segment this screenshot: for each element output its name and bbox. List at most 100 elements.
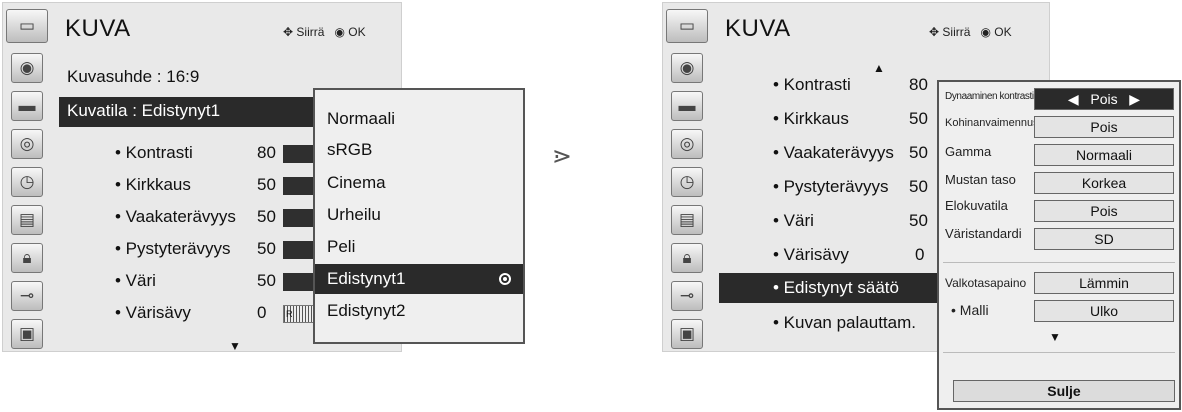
- selected-radio-icon: [499, 273, 511, 285]
- contrast-value: 80: [909, 75, 928, 94]
- tint-bar-label: R: [286, 309, 293, 319]
- color-label[interactable]: • Väri: [773, 211, 814, 231]
- usb-category-icon[interactable]: ▣: [671, 319, 703, 349]
- tint-bar[interactable]: R: [283, 305, 315, 323]
- h-sharpness-value: 50: [909, 143, 928, 162]
- submenu-divider: [943, 262, 1175, 263]
- color-value: 50: [909, 211, 928, 230]
- close-button[interactable]: Sulje: [953, 380, 1175, 402]
- settings-category-icon[interactable]: ▤: [11, 205, 43, 235]
- black-level-value[interactable]: Korkea: [1034, 172, 1174, 194]
- lock-category-icon[interactable]: 🔒︎: [671, 243, 703, 273]
- dropdown-option-cinema[interactable]: Cinema: [315, 168, 523, 198]
- audio-category-icon[interactable]: ◎: [671, 129, 703, 159]
- dropdown-option-edistynyt1[interactable]: Edistynyt1: [315, 264, 523, 294]
- contrast-bar[interactable]: [283, 145, 315, 163]
- v-sharpness-bar[interactable]: [283, 241, 315, 259]
- picture-reset-label[interactable]: • Kuvan palauttam.: [773, 313, 916, 333]
- white-balance-label: Valkotasapaino: [945, 276, 1027, 290]
- advanced-control-submenu[interactable]: Dynaaminen kontrasti ◀ Pois ▶ Kohinanvai…: [937, 80, 1181, 410]
- menu-title: KUVA: [65, 15, 131, 42]
- color-label[interactable]: • Väri: [115, 271, 156, 291]
- h-sharpness-label[interactable]: • Vaakaterävyys: [773, 143, 894, 163]
- settings-category-icon[interactable]: ▤: [671, 205, 703, 235]
- contrast-value: 80: [257, 143, 276, 162]
- v-sharpness-value: 50: [909, 177, 928, 196]
- picture-mode-row[interactable]: Kuvatila : Edistynyt1: [59, 97, 317, 127]
- gamma-label: Gamma: [945, 144, 992, 159]
- arrow-left-icon[interactable]: ◀: [1068, 91, 1079, 107]
- dropdown-option-urheilu[interactable]: Urheilu: [315, 200, 523, 230]
- v-sharpness-label[interactable]: • Pystyterävyys: [115, 239, 231, 259]
- clock-category-icon[interactable]: ◷: [671, 167, 703, 197]
- noise-reduction-value[interactable]: Pois: [1034, 116, 1174, 138]
- dropdown-option-edistynyt2[interactable]: Edistynyt2: [315, 296, 523, 326]
- ok-icon: ◉: [334, 25, 345, 39]
- nav-hint: ✥ Siirrä ◉ OK: [929, 25, 1012, 39]
- menu-title: KUVA: [725, 15, 791, 42]
- nav-ok-label: OK: [348, 25, 366, 39]
- nav-hint: ✥ Siirrä ◉ OK: [283, 25, 366, 39]
- brightness-label[interactable]: • Kirkkaus: [115, 175, 191, 195]
- h-sharpness-label[interactable]: • Vaakaterävyys: [115, 207, 236, 227]
- screen-category-icon[interactable]: ▬: [11, 91, 43, 121]
- scroll-down-icon[interactable]: ▼: [1049, 330, 1061, 344]
- lock-category-icon[interactable]: 🔒︎: [11, 243, 43, 273]
- white-balance-value[interactable]: Lämmin: [1034, 272, 1174, 294]
- tint-value: 0: [257, 303, 267, 322]
- noise-reduction-label: Kohinanvaimennus: [945, 117, 1039, 129]
- brightness-value: 50: [909, 109, 928, 128]
- color-value: 50: [257, 271, 276, 290]
- move-arrows-icon: ✥: [929, 25, 940, 39]
- scroll-down-icon[interactable]: ▼: [229, 339, 241, 353]
- picture-mode-label: Kuvatila : Edistynyt1: [67, 101, 221, 120]
- arrow-right-icon[interactable]: ▶: [1129, 91, 1140, 107]
- move-arrows-icon: ✥: [283, 25, 294, 39]
- dropdown-option-srgb[interactable]: sRGB: [315, 135, 523, 165]
- input-category-icon[interactable]: ⊸: [11, 281, 43, 311]
- brightness-label[interactable]: • Kirkkaus: [773, 109, 849, 129]
- color-standard-value[interactable]: SD: [1034, 228, 1174, 250]
- advanced-control-label: • Edistynyt säätö: [773, 278, 899, 297]
- tv-icon: ▭: [6, 9, 48, 43]
- menu-icon-column: ▭ ◉ ▬ ◎ ◷ ▤ 🔒︎ ⊸ ▣: [3, 3, 53, 351]
- dropdown-option-normaali[interactable]: Normaali: [315, 104, 523, 134]
- tint-value: 0: [915, 245, 925, 264]
- advanced-control-row[interactable]: • Edistynyt säätö: [719, 273, 939, 303]
- pattern-value[interactable]: Ulko: [1034, 300, 1174, 322]
- screen-category-icon[interactable]: ▬: [671, 91, 703, 121]
- transition-arrow-icon: ⋗: [552, 143, 573, 170]
- film-mode-value[interactable]: Pois: [1034, 200, 1174, 222]
- clock-category-icon[interactable]: ◷: [11, 167, 43, 197]
- tint-label[interactable]: • Värisävy: [773, 245, 849, 265]
- brightness-value: 50: [257, 175, 276, 194]
- gamma-value[interactable]: Normaali: [1034, 144, 1174, 166]
- pattern-label: • Malli: [951, 302, 989, 318]
- brightness-bar[interactable]: [283, 177, 315, 195]
- picture-mode-dropdown[interactable]: Normaali sRGB Cinema Urheilu Peli Edisty…: [313, 88, 525, 344]
- h-sharpness-bar[interactable]: [283, 209, 315, 227]
- menu-icon-column: ▭ ◉ ▬ ◎ ◷ ▤ 🔒︎ ⊸ ▣: [663, 3, 713, 351]
- dynamic-contrast-value: Pois: [1090, 91, 1118, 107]
- ok-icon: ◉: [980, 25, 991, 39]
- nav-move-label: Siirrä: [296, 25, 325, 39]
- v-sharpness-label[interactable]: • Pystyterävyys: [773, 177, 889, 197]
- h-sharpness-value: 50: [257, 207, 276, 226]
- color-bar[interactable]: [283, 273, 315, 291]
- usb-category-icon[interactable]: ▣: [11, 319, 43, 349]
- contrast-label[interactable]: • Kontrasti: [773, 75, 851, 95]
- tint-label[interactable]: • Värisävy: [115, 303, 191, 323]
- scroll-up-icon[interactable]: ▲: [873, 61, 885, 75]
- contrast-label[interactable]: • Kontrasti: [115, 143, 193, 163]
- picture-category-icon[interactable]: ◉: [671, 53, 703, 83]
- audio-category-icon[interactable]: ◎: [11, 129, 43, 159]
- picture-category-icon[interactable]: ◉: [11, 53, 43, 83]
- dynamic-contrast-label: Dynaaminen kontrasti: [945, 91, 1034, 102]
- dynamic-contrast-selector[interactable]: ◀ Pois ▶: [1034, 88, 1174, 110]
- aspect-ratio-row[interactable]: Kuvasuhde : 16:9: [67, 67, 199, 87]
- input-category-icon[interactable]: ⊸: [671, 281, 703, 311]
- film-mode-label: Elokuvatila: [945, 198, 1008, 213]
- nav-move-label: Siirrä: [942, 25, 971, 39]
- submenu-divider: [943, 352, 1175, 353]
- dropdown-option-peli[interactable]: Peli: [315, 232, 523, 262]
